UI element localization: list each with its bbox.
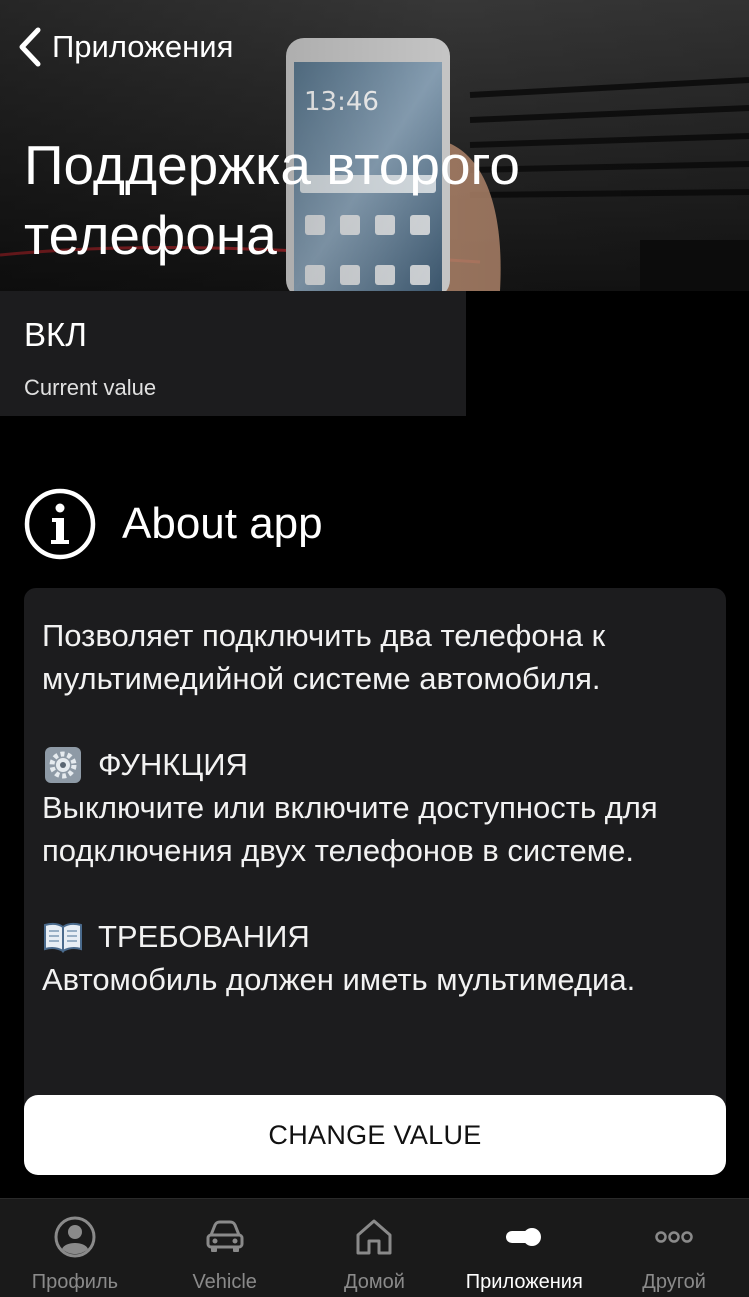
tab-apps-label: Приложения	[465, 1271, 583, 1293]
tab-other-label: Другой	[642, 1271, 706, 1293]
current-value-caption: Current value	[24, 375, 157, 400]
back-button[interactable]: Приложения	[16, 24, 233, 70]
more-icon	[655, 1231, 693, 1243]
current-value-card: ВКЛ Current value	[0, 291, 466, 416]
function-heading: ФУНКЦИЯ	[98, 747, 248, 782]
tab-vehicle-label: Vehicle	[192, 1271, 257, 1293]
current-value: ВКЛ	[24, 316, 87, 353]
bottom-tab-bar: Профиль Vehicle Домой Приложения Другой	[0, 1198, 749, 1297]
app-description-card: Позволяет подключить два телефона к муль…	[24, 588, 726, 1148]
tab-profile[interactable]: Профиль	[0, 1199, 150, 1297]
page-title: Поддержка второго телефона	[24, 134, 520, 266]
change-value-button[interactable]: CHANGE VALUE	[24, 1095, 726, 1175]
about-app-header: About app	[24, 488, 323, 560]
profile-icon	[54, 1216, 96, 1258]
tab-profile-label: Профиль	[31, 1271, 119, 1293]
tab-home-label: Домой	[344, 1271, 405, 1293]
function-text: Выключите или включите доступность для п…	[42, 790, 658, 868]
back-button-label: Приложения	[52, 29, 234, 64]
open-book-icon	[42, 919, 84, 955]
function-section: ФУНКЦИЯ Выключите или включите доступнос…	[42, 743, 708, 872]
requirements-heading: ТРЕБОВАНИЯ	[98, 919, 310, 954]
tab-other[interactable]: Другой	[599, 1199, 749, 1297]
tab-home[interactable]: Домой	[300, 1199, 450, 1297]
tab-vehicle[interactable]: Vehicle	[150, 1199, 300, 1297]
description-intro: Позволяет подключить два телефона к муль…	[42, 618, 606, 696]
hero-header: 13:46 Приложения Поддержка второго телеф…	[0, 0, 749, 291]
home-icon	[356, 1219, 392, 1255]
requirements-section: ТРЕБОВАНИЯ Автомобиль должен иметь мульт…	[42, 915, 708, 1001]
info-icon	[24, 488, 96, 560]
about-app-title: About app	[122, 499, 323, 548]
car-icon	[206, 1220, 244, 1252]
toggle-icon	[506, 1228, 542, 1246]
tab-apps[interactable]: Приложения	[449, 1199, 599, 1297]
chevron-left-icon	[19, 27, 41, 67]
gear-icon	[42, 746, 84, 783]
requirements-text: Автомобиль должен иметь мультимедиа.	[42, 962, 636, 997]
